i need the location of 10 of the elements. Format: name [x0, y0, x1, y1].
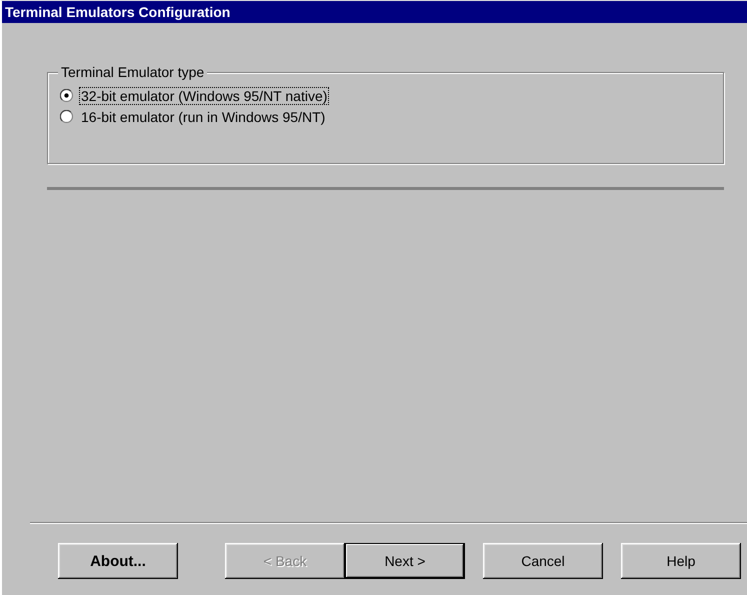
group-label: Terminal Emulator type	[58, 64, 208, 80]
wizard-button[interactable]: Next >	[345, 543, 465, 579]
window-title: Terminal Emulators Configuration	[2, 1, 747, 23]
radio-label: 16-bit emulator (run in Windows 95/NT)	[80, 108, 326, 126]
wizard-button[interactable]: Help	[621, 543, 741, 579]
wizard-button[interactable]: About...	[58, 543, 178, 579]
radio-label: 32-bit emulator (Windows 95/NT native)	[79, 86, 330, 104]
radio-button[interactable]	[60, 89, 73, 102]
wizard-button[interactable]: Cancel	[483, 543, 603, 579]
radio-button[interactable]	[60, 110, 73, 123]
